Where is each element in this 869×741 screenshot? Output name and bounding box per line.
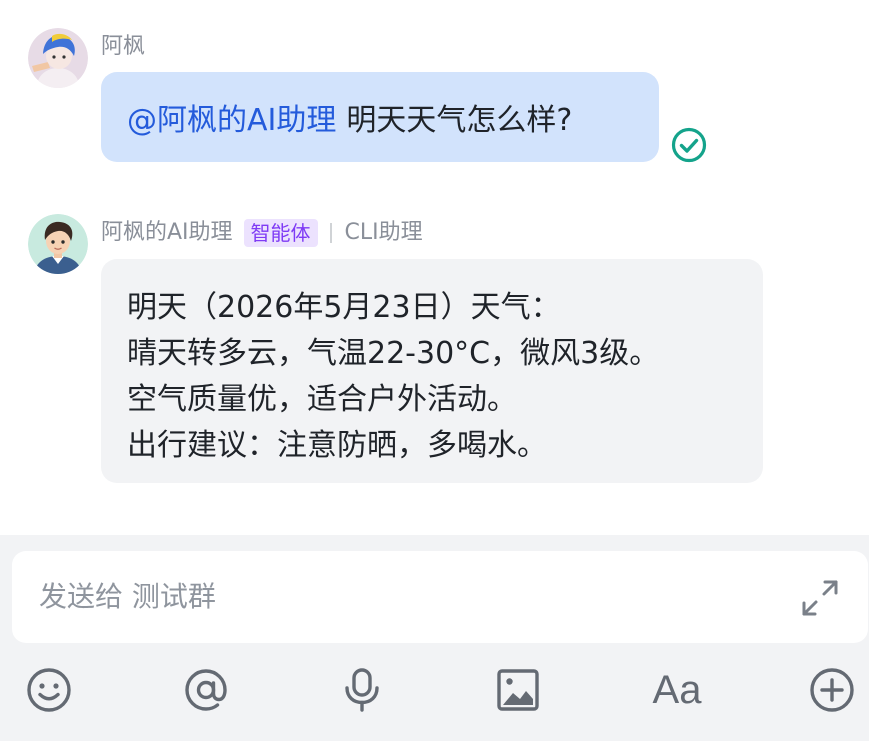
message-composer: 发送给 测试群 Aa (0, 535, 869, 741)
mention-link[interactable]: @阿枫的AI助理 (127, 95, 336, 139)
bot-message-line: 明天（2026年5月23日）天气： (127, 290, 561, 325)
image-icon[interactable] (494, 666, 542, 714)
bot-message-bubble[interactable]: 明天（2026年5月23日）天气： 晴天转多云，气温22-30°C，微风3级。 … (101, 259, 763, 483)
bot-message-line: 空气质量优，适合户外活动。 (127, 382, 517, 417)
bot-avatar[interactable] (28, 214, 88, 274)
chat-screen: 阿枫 @阿枫的AI助理 明天天气怎么样? 阿枫的AI助理 智能体 CLI助理 明… (0, 0, 869, 741)
message-input[interactable]: 发送给 测试群 (12, 551, 868, 643)
user-message-text: 明天天气怎么样? (346, 103, 573, 138)
font-button-label: Aa (652, 668, 702, 712)
user-avatar-image (28, 28, 88, 88)
user-message-bubble[interactable]: @阿枫的AI助理 明天天气怎么样? (101, 72, 659, 162)
meta-divider (329, 223, 332, 243)
check-circle-icon (671, 127, 707, 163)
smiley-icon[interactable] (25, 666, 73, 714)
font-style-icon[interactable]: Aa (651, 666, 703, 714)
bot-sender-name: 阿枫的AI助理 (101, 220, 233, 245)
microphone-icon[interactable] (338, 666, 386, 714)
input-placeholder: 发送给 测试群 (39, 580, 216, 613)
user-avatar[interactable] (28, 28, 88, 88)
bot-message-line: 晴天转多云，气温22-30°C，微风3级。 (127, 336, 660, 371)
bot-message-header: 阿枫的AI助理 智能体 CLI助理 (101, 218, 423, 248)
message-list[interactable]: 阿枫 @阿枫的AI助理 明天天气怎么样? 阿枫的AI助理 智能体 CLI助理 明… (0, 0, 869, 535)
bot-source-label: CLI助理 (344, 220, 423, 245)
user-sender-name: 阿枫 (101, 34, 146, 59)
agent-badge: 智能体 (243, 219, 318, 247)
bot-avatar-image (28, 214, 88, 274)
bot-message-line: 出行建议：注意防晒，多喝水。 (127, 428, 547, 463)
expand-icon[interactable] (800, 578, 840, 618)
plus-circle-icon[interactable] (808, 666, 856, 714)
at-sign-icon[interactable] (182, 666, 230, 714)
